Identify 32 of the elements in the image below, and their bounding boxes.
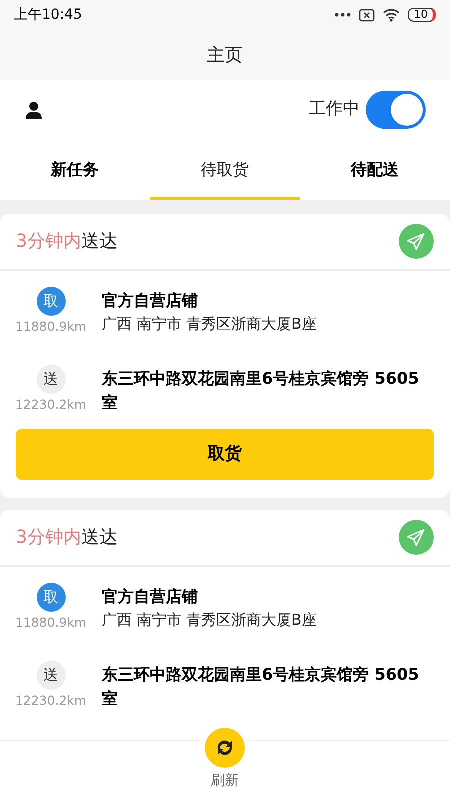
wifi-icon [383,8,400,22]
work-toggle[interactable] [366,91,426,129]
battery-indicator: 10 [408,8,436,22]
page-title: 主页 [207,44,243,68]
stop-name: 官方自营店铺 [102,290,199,312]
stop-name: 官方自营店铺 [102,586,199,608]
more-icon [335,13,351,17]
status-time: 上午10:45 [14,6,82,24]
refresh-label: 刷新 [211,772,239,791]
tab[interactable]: 待取货 [150,140,300,200]
stop-address: 广西 南宁市 青秀区浙商大厦B座 [102,314,317,335]
user-icon[interactable] [25,101,43,119]
tab[interactable]: 待配送 [300,140,450,200]
stop-badge: 送 [36,660,66,690]
stop-badge: 取 [36,287,66,316]
send-icon[interactable] [399,520,434,555]
distance-text: 11880.9km [15,614,87,632]
delivery-deadline: 3分钟内送达 [16,230,118,254]
sim-icon [359,8,375,22]
tab[interactable]: 新任务 [0,140,150,200]
stop-badge: 取 [36,582,66,612]
stop-name: 东三环中路双花园南里6号桂京宾馆旁 5605室 [102,664,420,710]
distance-text: 12230.2km [15,396,87,414]
send-icon[interactable] [399,224,434,259]
work-status-label: 工作中 [309,98,360,122]
stop-address: 广西 南宁市 青秀区浙商大厦B座 [102,610,317,631]
distance-text: 12230.2km [15,692,87,710]
pickup-button[interactable]: 取货 [16,428,434,480]
stop-badge: 送 [36,364,66,394]
stop-name: 东三环中路双花园南里6号桂京宾馆旁 5605室 [102,368,420,414]
delivery-deadline: 3分钟内送达 [16,526,118,550]
distance-text: 11880.9km [15,318,87,336]
